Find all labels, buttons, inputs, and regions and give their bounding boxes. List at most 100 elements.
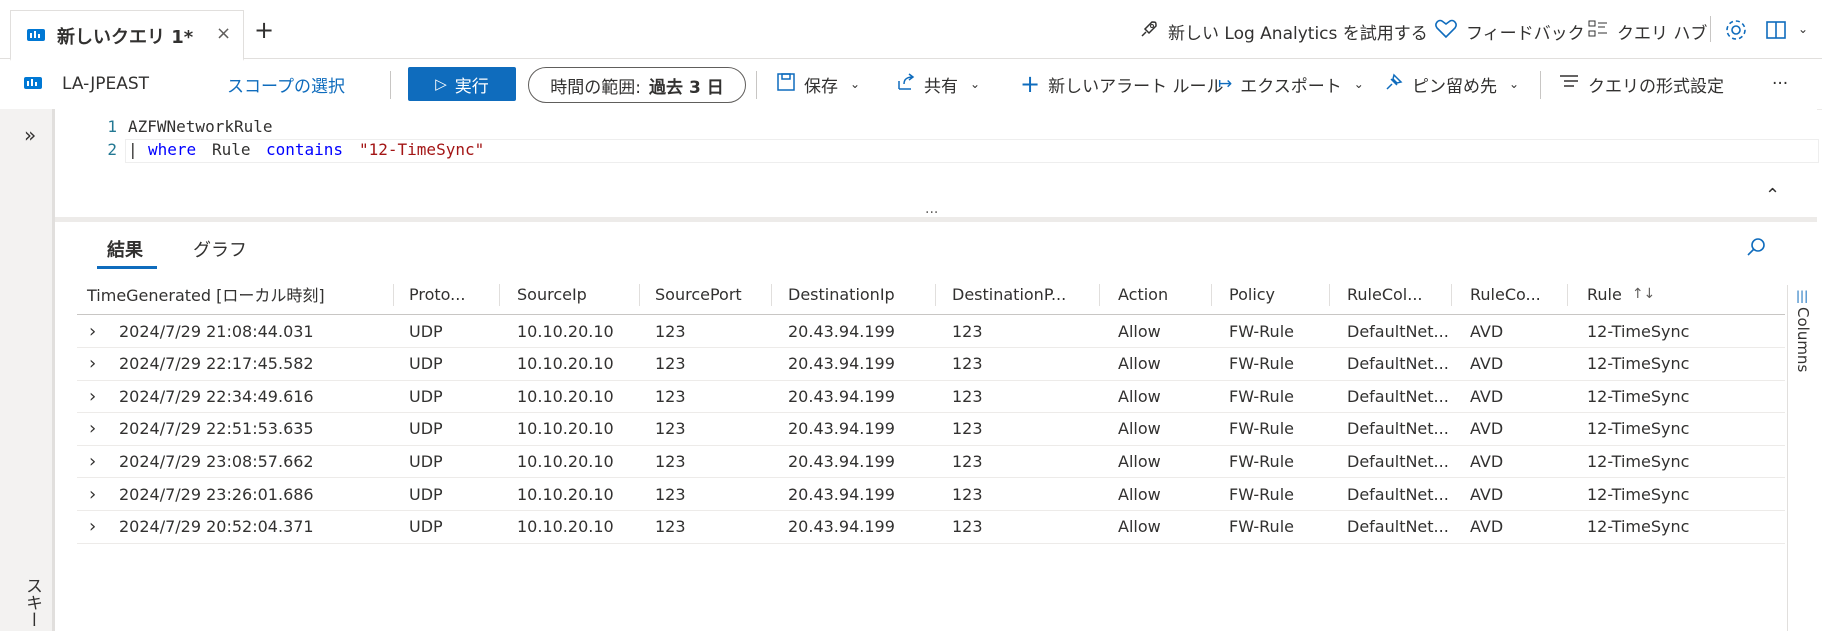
results-header: TimeGenerated [ローカル時刻] Proto... SourceIp… xyxy=(77,274,1785,315)
code-keyword: where xyxy=(148,140,197,159)
cell-sourceip: 10.10.20.10 xyxy=(517,517,614,537)
export-label: エクスポート xyxy=(1240,76,1342,97)
cell-timegenerated: 2024/7/29 22:51:53.635 xyxy=(119,419,314,439)
cell-destinationip: 20.43.94.199 xyxy=(788,419,895,439)
query-tab[interactable]: 新しいクエリ 1* × xyxy=(10,10,244,61)
line-number: 1 xyxy=(107,117,117,136)
feedback-button[interactable]: フィードバック xyxy=(1434,18,1585,45)
table-row[interactable]: › 2024/7/29 23:26:01.686 UDP 10.10.20.10 123… xyxy=(77,478,1785,511)
new-alert-rule-button[interactable]: + 新しいアラート ルール xyxy=(1020,59,1224,109)
table-row[interactable]: › 2024/7/29 21:08:44.031 UDP 10.10.20.10 123… xyxy=(77,315,1785,348)
cell-sourceport: 123 xyxy=(655,386,686,406)
cell-action: Allow xyxy=(1118,419,1161,439)
divider xyxy=(1567,284,1568,306)
cell-rulecollectiongroup: AVD xyxy=(1470,354,1504,374)
cell-rule: 12-TimeSync xyxy=(1587,354,1690,374)
expand-row-icon[interactable]: › xyxy=(89,413,96,445)
cell-rulecollectiongroup: AVD xyxy=(1470,517,1504,537)
expand-sidebar-button[interactable]: » xyxy=(24,123,36,147)
workspace-indicator: LA-JPEAST xyxy=(22,59,149,109)
cell-sourceip: 10.10.20.10 xyxy=(517,321,614,341)
sort-icon: ↑↓ xyxy=(1631,286,1656,302)
cell-protocol: UDP xyxy=(409,321,443,341)
header-action[interactable]: Action xyxy=(1118,274,1168,314)
gear-icon[interactable] xyxy=(1724,18,1748,46)
header-rulecollection[interactable]: RuleCol... xyxy=(1347,274,1423,314)
cell-rulecollection: DefaultNet... xyxy=(1347,517,1449,537)
cell-rule: 12-TimeSync xyxy=(1587,419,1690,439)
cell-destinationip: 20.43.94.199 xyxy=(788,451,895,471)
table-row[interactable]: › 2024/7/29 22:34:49.616 UDP 10.10.20.10 123… xyxy=(77,380,1785,414)
play-icon: ▷ xyxy=(435,75,447,93)
search-icon[interactable] xyxy=(1745,236,1767,262)
format-query-button[interactable]: クエリの形式設定 xyxy=(1558,59,1724,109)
pin-to-button[interactable]: ピン留め先 ⌄ xyxy=(1384,59,1519,109)
cell-action: Allow xyxy=(1118,386,1161,406)
header-timegenerated[interactable]: TimeGenerated [ローカル時刻] xyxy=(87,274,325,314)
query-editor[interactable]: 1 AZFWNetworkRule 2 | where Rule contain… xyxy=(55,109,1819,217)
header-rule-label: Rule xyxy=(1587,284,1622,304)
table-row[interactable]: › 2024/7/29 22:51:53.635 UDP 10.10.20.10 123… xyxy=(77,413,1785,446)
collapse-editor-icon[interactable]: ⌃ xyxy=(1765,185,1780,206)
header-sourceport[interactable]: SourcePort xyxy=(655,274,742,314)
run-button[interactable]: ▷ 実行 xyxy=(408,67,516,101)
header-sourceip[interactable]: SourceIp xyxy=(517,274,587,314)
header-destinationip[interactable]: DestinationIp xyxy=(788,274,895,314)
header-rule[interactable]: Rule ↑↓ xyxy=(1587,274,1655,314)
header-policy[interactable]: Policy xyxy=(1229,274,1275,314)
plus-icon: + xyxy=(1020,70,1041,98)
divider xyxy=(639,284,640,306)
select-scope-link[interactable]: スコープの選択 xyxy=(227,59,345,109)
query-hub-button[interactable]: クエリ ハブ xyxy=(1587,18,1707,45)
chevron-down-icon: ⌄ xyxy=(1509,77,1520,91)
close-tab-icon[interactable]: × xyxy=(216,23,231,44)
list-icon xyxy=(1587,18,1609,45)
cell-protocol: UDP xyxy=(409,354,443,374)
header-destinationport[interactable]: DestinationP... xyxy=(952,274,1066,314)
cell-sourceport: 123 xyxy=(655,419,686,439)
share-button[interactable]: 共有 ⌄ xyxy=(896,59,980,109)
header-rulecollectiongroup[interactable]: RuleCo... xyxy=(1470,274,1541,314)
pin-icon xyxy=(1384,72,1404,97)
divider xyxy=(390,71,391,99)
divider xyxy=(756,71,757,99)
cell-sourceport: 123 xyxy=(655,517,686,537)
expand-row-icon[interactable]: › xyxy=(89,348,96,380)
add-tab-button[interactable]: + xyxy=(254,16,274,44)
chevron-down-icon[interactable]: ⌄ xyxy=(1798,22,1808,36)
expand-row-icon[interactable]: › xyxy=(89,478,96,510)
line-number: 2 xyxy=(107,140,117,159)
cell-sourceport: 123 xyxy=(655,451,686,471)
tab-results[interactable]: 結果 xyxy=(107,236,143,262)
expand-row-icon[interactable]: › xyxy=(89,315,96,347)
table-row[interactable]: › 2024/7/29 20:52:04.371 UDP 10.10.20.10 123… xyxy=(77,511,1785,544)
chevron-down-icon: ⌄ xyxy=(850,77,861,91)
expand-row-icon[interactable]: › xyxy=(89,445,96,477)
cell-policy: FW-Rule xyxy=(1229,386,1294,406)
schema-label[interactable]: スキー xyxy=(20,577,45,628)
cell-timegenerated: 2024/7/29 22:34:49.616 xyxy=(119,386,314,406)
cell-rulecollection: DefaultNet... xyxy=(1347,484,1449,504)
columns-panel-toggle[interactable]: ||| Columns xyxy=(1787,285,1818,631)
book-icon[interactable] xyxy=(1764,18,1788,46)
header-protocol[interactable]: Proto... xyxy=(409,274,465,314)
workspace-name: LA-JPEAST xyxy=(62,74,150,94)
more-options-button[interactable]: ··· xyxy=(1772,59,1788,109)
table-row[interactable]: › 2024/7/29 23:08:57.662 UDP 10.10.20.10 123… xyxy=(77,445,1785,479)
try-new-log-analytics-button[interactable]: 新しい Log Analytics を試用する xyxy=(1138,18,1428,45)
export-button[interactable]: ↦ エクスポート ⌄ xyxy=(1218,59,1364,109)
expand-row-icon[interactable]: › xyxy=(89,380,96,412)
rocket-icon xyxy=(1138,18,1160,45)
cell-rule: 12-TimeSync xyxy=(1587,517,1690,537)
table-row[interactable]: › 2024/7/29 22:17:45.582 UDP 10.10.20.10 123… xyxy=(77,348,1785,381)
schema-rail: » スキー xyxy=(0,109,55,631)
cell-timegenerated: 2024/7/29 22:17:45.582 xyxy=(119,354,314,374)
save-button[interactable]: 保存 ⌄ xyxy=(776,59,860,109)
splitter-handle: ··· xyxy=(925,205,939,221)
time-range-picker[interactable]: 時間の範囲: 過去 3 日 xyxy=(528,67,746,103)
expand-row-icon[interactable]: › xyxy=(89,511,96,543)
cell-sourceport: 123 xyxy=(655,354,686,374)
active-tab-indicator xyxy=(97,266,157,269)
heart-icon xyxy=(1434,18,1458,45)
tab-chart[interactable]: グラフ xyxy=(193,236,247,262)
